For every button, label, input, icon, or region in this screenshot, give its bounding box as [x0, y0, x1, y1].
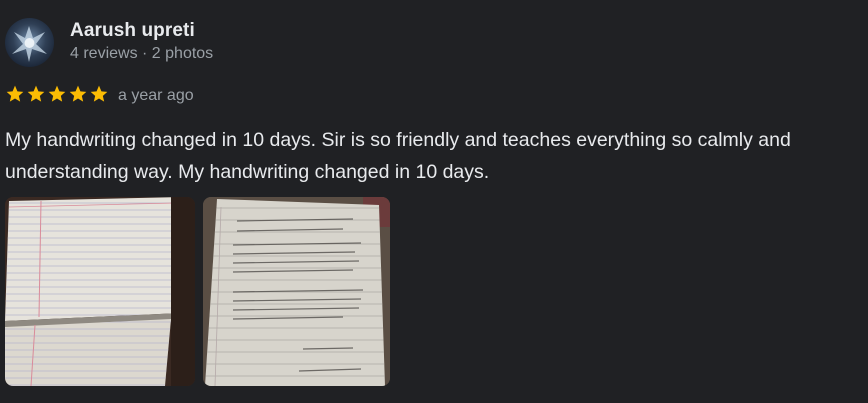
reviewer-name[interactable]: Aarush upreti: [70, 20, 195, 42]
star-icon: [27, 85, 45, 102]
star-rating: [5, 84, 109, 104]
star-icon: [69, 85, 87, 102]
star-icon: [90, 85, 108, 102]
review-photo[interactable]: [5, 197, 195, 386]
star-icon: [48, 85, 66, 102]
reviewer-avatar[interactable]: [5, 18, 54, 67]
notebook-pages-photo: [5, 197, 195, 386]
review-text: My handwriting changed in 10 days. Sir i…: [5, 129, 791, 183]
avatar-image: [12, 26, 47, 62]
star-icon: [6, 85, 24, 102]
review-photo[interactable]: [203, 197, 390, 386]
handwritten-page-photo: [203, 197, 390, 386]
review-time: a year ago: [118, 87, 194, 104]
reviewer-stats: 4 reviews · 2 photos: [70, 45, 214, 62]
